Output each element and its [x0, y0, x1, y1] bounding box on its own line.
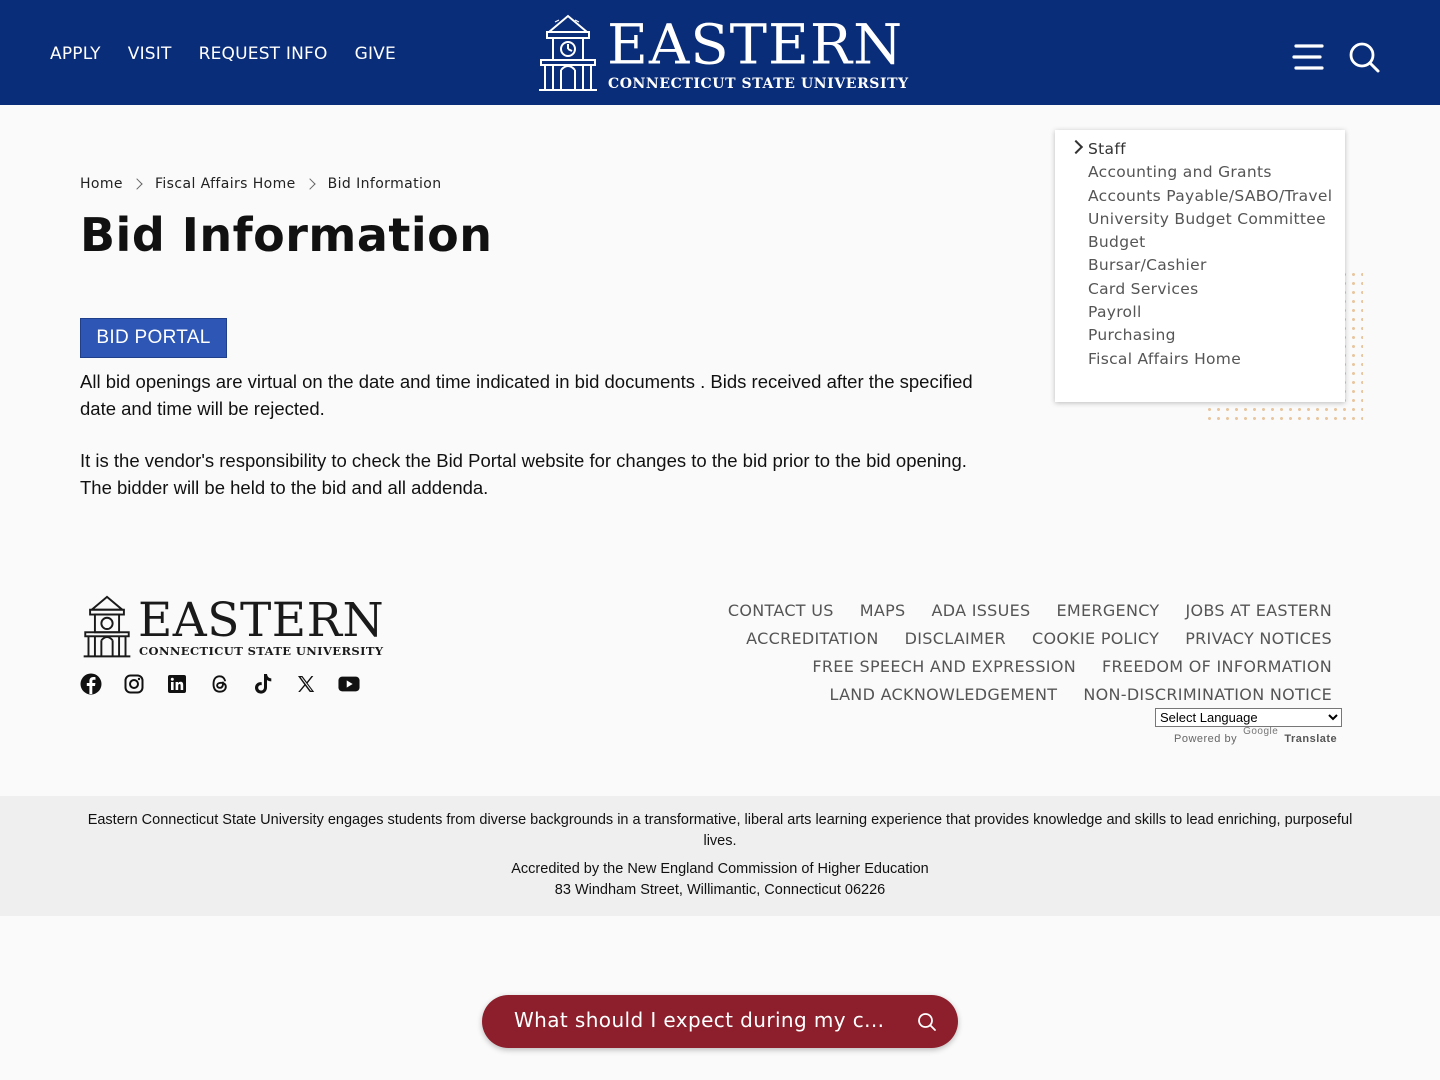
footer-logo[interactable]: EASTERN CONNECTICUT STATE UNIVERSITY	[80, 592, 384, 662]
sidebar-nav: Staff Accounting and Grants Accounts Pay…	[1055, 130, 1345, 402]
hamburger-menu-icon[interactable]	[1291, 40, 1325, 74]
breadcrumb: Home Fiscal Affairs Home Bid Information	[80, 176, 442, 192]
nav-visit[interactable]: VISIT	[128, 44, 172, 64]
google-translate-attribution: Powered by Google Translate	[1174, 726, 1337, 745]
search-icon[interactable]	[1347, 40, 1381, 74]
sidebar-item-staff[interactable]: Staff	[1088, 140, 1338, 159]
language-select[interactable]: Select Language	[1155, 708, 1342, 727]
chevron-right-icon	[131, 178, 143, 190]
ask-question-bar[interactable]: What should I expect during my c...	[482, 995, 958, 1048]
breadcrumb-home[interactable]: Home	[80, 176, 123, 192]
nav-request-info[interactable]: REQUEST INFO	[199, 44, 328, 64]
facebook-icon[interactable]	[80, 673, 102, 695]
footer-links: CONTACT US MAPS ADA ISSUES EMERGENCY JOB…	[612, 596, 1332, 708]
footer-links-row: FREE SPEECH AND EXPRESSION FREEDOM OF IN…	[612, 652, 1332, 680]
top-nav: APPLY VISIT REQUEST INFO GIVE	[50, 44, 396, 64]
sidebar-item-budget[interactable]: Budget	[1088, 233, 1338, 252]
clock-tower-icon	[539, 14, 597, 91]
sidebar-item-payroll[interactable]: Payroll	[1088, 303, 1338, 322]
instagram-icon[interactable]	[123, 673, 145, 695]
chevron-right-icon	[1068, 139, 1084, 155]
footer-links-row: LAND ACKNOWLEDGEMENT NON-DISCRIMINATION …	[612, 680, 1332, 708]
mission-statement: Eastern Connecticut State University eng…	[87, 812, 1353, 849]
footer-link-emergency[interactable]: EMERGENCY	[1057, 601, 1160, 620]
youtube-icon[interactable]	[338, 673, 360, 695]
search-icon[interactable]	[916, 1011, 938, 1033]
logo-subtitle: CONNECTICUT STATE UNIVERSITY	[608, 76, 909, 92]
bid-openings-paragraph: All bid openings are virtual on the date…	[80, 371, 973, 419]
footer-link-non-discrimination[interactable]: NON-DISCRIMINATION NOTICE	[1083, 685, 1332, 704]
google-logo: Google	[1243, 726, 1279, 737]
page-title: Bid Information	[80, 208, 493, 262]
vendor-responsibility-paragraph: It is the vendor's responsibility to che…	[80, 450, 967, 498]
accreditation-statement: Accredited by the New England Commission…	[511, 861, 929, 877]
sidebar-item-fiscal-affairs-home[interactable]: Fiscal Affairs Home	[1088, 350, 1338, 369]
sidebar-item-accounting-grants[interactable]: Accounting and Grants	[1088, 163, 1338, 182]
x-icon[interactable]	[295, 673, 317, 695]
site-header: APPLY VISIT REQUEST INFO GIVE EASTERN CO…	[0, 0, 1440, 105]
footer-wordmark: EASTERN	[138, 593, 385, 648]
header-logo[interactable]: EASTERN CONNECTICUT STATE UNIVERSITY	[535, 10, 908, 94]
translate-link[interactable]: Translate	[1284, 733, 1337, 745]
footer-link-foi[interactable]: FREEDOM OF INFORMATION	[1102, 657, 1332, 676]
footer-link-free-speech[interactable]: FREE SPEECH AND EXPRESSION	[812, 657, 1076, 676]
chevron-right-icon	[303, 178, 316, 190]
sidebar-item-budget-committee[interactable]: University Budget Committee	[1088, 210, 1338, 229]
sidebar-item-card-services[interactable]: Card Services	[1088, 280, 1338, 299]
logo-wordmark: EASTERN	[607, 13, 904, 78]
sidebar-list: Staff Accounting and Grants Accounts Pay…	[1088, 140, 1338, 373]
footer-link-privacy-notices[interactable]: PRIVACY NOTICES	[1185, 629, 1332, 648]
threads-icon[interactable]	[209, 673, 231, 695]
nav-apply[interactable]: APPLY	[50, 44, 101, 64]
clock-tower-icon	[83, 595, 131, 658]
social-links	[80, 673, 360, 695]
footer-link-disclaimer[interactable]: DISCLAIMER	[905, 629, 1006, 648]
sidebar-item-purchasing[interactable]: Purchasing	[1088, 326, 1338, 345]
mission-section: Eastern Connecticut State University eng…	[0, 796, 1440, 916]
bid-portal-button[interactable]: BID PORTAL	[80, 318, 227, 358]
footer-link-contact-us[interactable]: CONTACT US	[728, 601, 834, 620]
footer-link-land-acknowledgement[interactable]: LAND ACKNOWLEDGEMENT	[829, 685, 1057, 704]
footer-link-jobs[interactable]: JOBS AT EASTERN	[1186, 601, 1333, 620]
footer-link-ada-issues[interactable]: ADA ISSUES	[931, 601, 1030, 620]
ask-placeholder: What should I expect during my c...	[514, 1008, 885, 1032]
nav-give[interactable]: GIVE	[355, 44, 396, 64]
breadcrumb-current: Bid Information	[327, 176, 442, 192]
address: 83 Windham Street, Willimantic, Connecti…	[554, 882, 886, 898]
powered-by-label: Powered by	[1174, 733, 1238, 745]
breadcrumb-fiscal-affairs[interactable]: Fiscal Affairs Home	[155, 176, 296, 192]
linkedin-icon[interactable]	[166, 673, 188, 695]
sidebar-item-accounts-payable[interactable]: Accounts Payable/SABO/Travel	[1088, 187, 1338, 206]
footer-links-row: ACCREDITATION DISCLAIMER COOKIE POLICY P…	[612, 624, 1332, 652]
footer-link-cookie-policy[interactable]: COOKIE POLICY	[1032, 629, 1159, 648]
footer-link-accreditation[interactable]: ACCREDITATION	[746, 629, 878, 648]
footer-logo-subtitle: CONNECTICUT STATE UNIVERSITY	[139, 644, 384, 658]
sidebar-item-bursar-cashier[interactable]: Bursar/Cashier	[1088, 256, 1338, 275]
tiktok-icon[interactable]	[252, 673, 274, 695]
footer-link-maps[interactable]: MAPS	[860, 601, 906, 620]
footer-links-row: CONTACT US MAPS ADA ISSUES EMERGENCY JOB…	[612, 596, 1332, 624]
